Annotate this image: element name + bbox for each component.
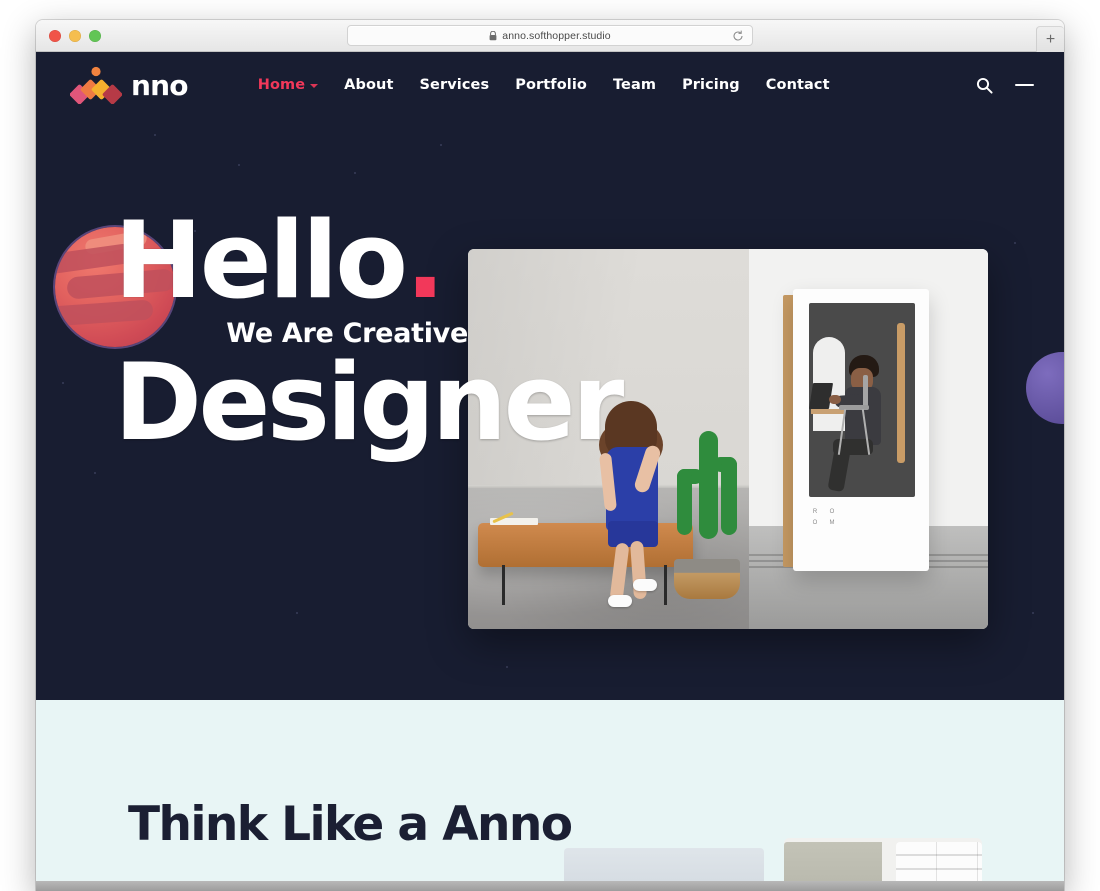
anno-logo-mark-icon [69, 66, 123, 105]
cactus-plant [671, 431, 743, 599]
nav-item-portfolio[interactable]: Portfolio [515, 77, 587, 93]
room-letter-o2: O [812, 520, 818, 526]
site-logo[interactable]: nno [69, 66, 189, 105]
lock-icon [489, 30, 497, 41]
browser-window: anno.softhopper.studio + nno Home About … [36, 20, 1064, 891]
window-traffic-lights [49, 30, 101, 42]
nav-item-contact[interactable]: Contact [766, 77, 830, 93]
close-window-button[interactable] [49, 30, 61, 42]
section-two-title: Think Like a Anno [128, 797, 573, 852]
search-icon[interactable] [976, 77, 993, 94]
reload-icon[interactable] [731, 29, 745, 43]
hero-body: R O O M Hello. We Are Creative Designer [36, 118, 1064, 700]
think-like-anno-section: Think Like a Anno [36, 700, 1064, 891]
url-text: anno.softhopper.studio [502, 29, 611, 42]
nav-item-services[interactable]: Services [420, 77, 490, 93]
office-phone-booth: R O O M [793, 289, 929, 571]
maximize-window-button[interactable] [89, 30, 101, 42]
hamburger-menu-icon[interactable] [1015, 77, 1034, 92]
nav-item-pricing[interactable]: Pricing [682, 77, 740, 93]
hero-headline-dot: . [405, 199, 445, 322]
hero-headline: Hello. [114, 208, 654, 314]
page-viewport: nno Home About Services Portfolio Team P… [36, 52, 1064, 891]
section-two-floor-strip [36, 881, 1064, 891]
hero-image-right-scene: R O O M [749, 249, 988, 629]
address-bar[interactable]: anno.softhopper.studio [347, 25, 753, 46]
room-letter-o1: O [829, 509, 835, 515]
browser-titlebar: anno.softhopper.studio + [36, 20, 1064, 52]
nav-item-about[interactable]: About [344, 77, 393, 93]
hero-section: nno Home About Services Portfolio Team P… [36, 52, 1064, 700]
chevron-down-icon [310, 84, 319, 88]
room-brand-logo: R O O M [809, 509, 838, 526]
hero-headline-text: Hello [114, 199, 408, 322]
room-letter-r: R [812, 509, 818, 515]
nav-item-home[interactable]: Home [257, 77, 319, 93]
nav-item-home-label: Home [257, 77, 306, 93]
site-header: nno Home About Services Portfolio Team P… [36, 52, 1064, 118]
nav-item-team[interactable]: Team [613, 77, 656, 93]
new-tab-button[interactable]: + [1036, 26, 1064, 52]
hero-text-block: Hello. We Are Creative Designer [114, 208, 654, 464]
logo-wordmark: nno [131, 68, 189, 102]
header-actions [976, 77, 1034, 94]
main-navigation: Home About Services Portfolio Team Prici… [258, 77, 830, 93]
room-letter-m: M [829, 520, 835, 526]
hero-headline-two: Designer [114, 340, 624, 464]
office-chair [837, 375, 871, 457]
minimize-window-button[interactable] [69, 30, 81, 42]
